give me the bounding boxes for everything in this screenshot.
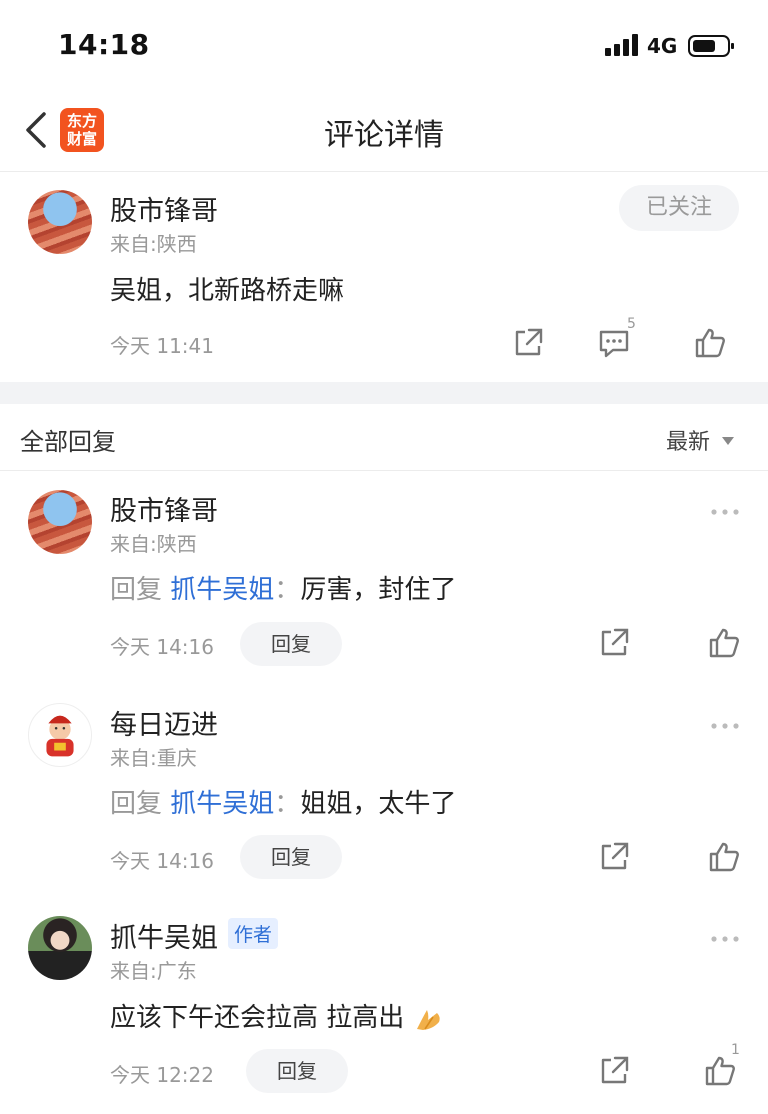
signal-icon: [605, 34, 641, 56]
comment-count: 5: [627, 316, 636, 332]
reply-content: 厉害，封住了: [300, 575, 457, 605]
reply-target-link[interactable]: 抓牛吴姐: [170, 575, 274, 605]
comment-time: 今天 11:41: [110, 334, 214, 358]
comment-text: 吴姐，北新路桥走嘛: [110, 276, 345, 306]
reply-colon: ：: [274, 575, 301, 605]
author-badge: 作者: [228, 918, 279, 949]
avatar[interactable]: [28, 490, 92, 554]
reply-button[interactable]: 回复: [246, 1049, 348, 1093]
reply-text: 回复 抓牛吴姐：姐姐，太牛了: [110, 783, 456, 820]
share-icon[interactable]: [597, 626, 631, 660]
reply-button[interactable]: 回复: [240, 835, 342, 879]
reply-username[interactable]: 每日迈进: [110, 703, 218, 742]
reply-location: 来自:重庆: [110, 746, 197, 770]
reply-location: 来自:广东: [110, 959, 197, 983]
avatar[interactable]: [28, 916, 92, 980]
caret-down-icon[interactable]: [722, 432, 734, 445]
comment-username[interactable]: 股市锋哥: [110, 189, 218, 228]
reply-prefix: 回复: [110, 575, 163, 605]
reply-target-link[interactable]: 抓牛吴姐: [170, 789, 274, 819]
share-icon[interactable]: [597, 1054, 631, 1088]
more-icon[interactable]: [709, 716, 741, 729]
avatar[interactable]: [28, 190, 92, 254]
comment-location: 来自:陕西: [110, 232, 197, 256]
reply-prefix: 回复: [110, 789, 163, 819]
praying-hands-icon: [413, 1007, 443, 1031]
like-count: 1: [731, 1042, 740, 1058]
battery-icon: [688, 34, 736, 58]
reply-time: 今天 14:16: [110, 635, 214, 659]
network-type: 4G: [647, 34, 678, 58]
comment-icon[interactable]: [597, 326, 631, 360]
like-icon[interactable]: [703, 1054, 737, 1088]
reply-username[interactable]: 抓牛吴姐: [110, 916, 218, 955]
sort-dropdown[interactable]: 最新: [666, 424, 710, 456]
reply-content: 姐姐，太牛了: [300, 789, 457, 819]
like-icon[interactable]: [693, 326, 727, 360]
page-title: 评论详情: [324, 118, 444, 153]
share-icon[interactable]: [597, 840, 631, 874]
like-icon[interactable]: [707, 840, 741, 874]
nav-divider: [0, 171, 768, 172]
reply-colon: ：: [274, 789, 301, 819]
status-time: 14:18: [58, 28, 150, 61]
more-icon[interactable]: [709, 929, 741, 942]
reply-time: 今天 14:16: [110, 849, 214, 873]
reply-text: 应该下午还会拉高 拉高出: [110, 997, 443, 1034]
share-icon[interactable]: [511, 326, 545, 360]
avatar[interactable]: [28, 703, 92, 767]
reply-button[interactable]: 回复: [240, 622, 342, 666]
like-icon[interactable]: [707, 626, 741, 660]
section-gap: [0, 382, 768, 404]
reply-username[interactable]: 股市锋哥: [110, 489, 218, 528]
reply-time: 今天 12:22: [110, 1063, 214, 1087]
reply-content: 应该下午还会拉高 拉高出: [110, 1003, 405, 1033]
more-icon[interactable]: [709, 502, 741, 515]
reply-location: 来自:陕西: [110, 532, 197, 556]
section-divider: [0, 470, 768, 471]
reply-text: 回复 抓牛吴姐：厉害，封住了: [110, 569, 456, 606]
replies-section-title: 全部回复: [20, 428, 116, 456]
follow-button[interactable]: 已关注: [619, 185, 739, 231]
